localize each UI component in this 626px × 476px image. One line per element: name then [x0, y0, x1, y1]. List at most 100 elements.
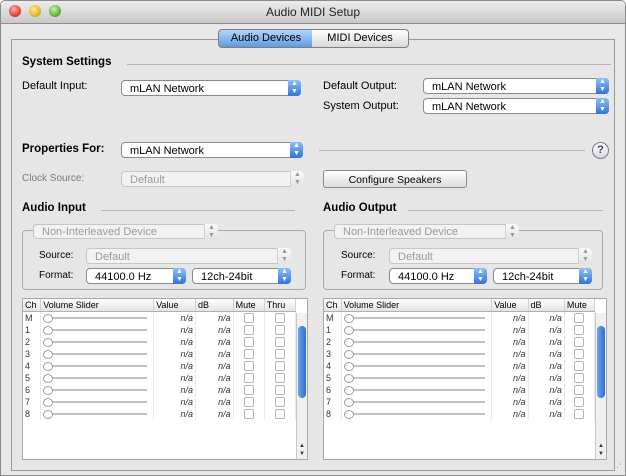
volume-slider[interactable]: [343, 408, 490, 420]
slider-knob[interactable]: [343, 338, 354, 347]
mute-checkbox[interactable]: [574, 349, 585, 360]
column-header[interactable]: Mute: [233, 299, 265, 312]
column-header[interactable]: Thru: [264, 299, 297, 312]
mute-checkbox[interactable]: [243, 349, 254, 360]
slider-knob[interactable]: [343, 398, 354, 407]
mute-checkbox[interactable]: [574, 409, 585, 420]
slider-knob[interactable]: [43, 350, 54, 359]
volume-slider[interactable]: [343, 348, 490, 360]
slider-knob[interactable]: [343, 374, 354, 383]
column-header[interactable]: Value: [491, 299, 529, 312]
slider-knob[interactable]: [343, 410, 354, 419]
clock-source-popup[interactable]: Default ▲ ▼: [121, 171, 304, 187]
slider-knob[interactable]: [43, 362, 54, 371]
slider-knob[interactable]: [43, 326, 54, 335]
thru-checkbox[interactable]: [274, 385, 285, 396]
volume-slider[interactable]: [343, 372, 490, 384]
mute-checkbox[interactable]: [243, 385, 254, 396]
column-header[interactable]: Ch: [23, 299, 42, 312]
column-header[interactable]: Value: [153, 299, 197, 312]
volume-slider[interactable]: [43, 408, 151, 420]
audio-output-source-popup[interactable]: Default ▲ ▼: [389, 248, 592, 264]
column-header[interactable]: dB: [528, 299, 565, 312]
mute-checkbox[interactable]: [243, 373, 254, 384]
properties-for-popup[interactable]: mLAN Network ▲ ▼: [121, 142, 303, 158]
volume-slider[interactable]: [343, 312, 490, 324]
tab-audio-devices[interactable]: Audio Devices: [218, 29, 314, 48]
slider-knob[interactable]: [43, 386, 54, 395]
scroll-thumb[interactable]: [298, 326, 306, 398]
scroll-thumb[interactable]: [597, 326, 605, 398]
configure-speakers-button[interactable]: Configure Speakers: [323, 170, 467, 188]
volume-slider[interactable]: [343, 384, 490, 396]
column-header[interactable]: Volume Slider: [341, 299, 493, 312]
volume-slider[interactable]: [43, 336, 151, 348]
help-icon[interactable]: ?: [592, 142, 609, 159]
scroll-up-arrow-icon[interactable]: ▲: [297, 443, 307, 449]
mute-checkbox[interactable]: [243, 337, 254, 348]
volume-slider[interactable]: [343, 324, 490, 336]
mute-checkbox[interactable]: [574, 397, 585, 408]
slider-knob[interactable]: [43, 338, 54, 347]
column-header[interactable]: Ch: [324, 299, 342, 312]
scroll-up-arrow-icon[interactable]: ▲: [596, 443, 606, 449]
audio-input-scrollbar[interactable]: ▲ ▼: [296, 313, 307, 459]
column-header[interactable]: Volume Slider: [40, 299, 155, 312]
volume-slider[interactable]: [43, 312, 151, 324]
scroll-down-arrow-icon[interactable]: ▼: [596, 451, 606, 457]
slider-knob[interactable]: [43, 374, 54, 383]
volume-slider[interactable]: [43, 384, 151, 396]
mute-checkbox[interactable]: [574, 373, 585, 384]
title-bar[interactable]: Audio MIDI Setup: [1, 1, 625, 24]
volume-slider[interactable]: [43, 396, 151, 408]
resize-grip-icon[interactable]: ⋰: [613, 462, 622, 473]
audio-output-bits-popup[interactable]: 12ch-24bit ▲ ▼: [493, 268, 592, 284]
slider-knob[interactable]: [343, 314, 354, 323]
slider-knob[interactable]: [343, 362, 354, 371]
mute-checkbox[interactable]: [243, 325, 254, 336]
thru-checkbox[interactable]: [274, 313, 285, 324]
volume-slider[interactable]: [43, 372, 151, 384]
slider-knob[interactable]: [43, 314, 54, 323]
mute-checkbox[interactable]: [243, 397, 254, 408]
thru-checkbox[interactable]: [274, 349, 285, 360]
mute-checkbox[interactable]: [574, 313, 585, 324]
volume-slider[interactable]: [343, 336, 490, 348]
thru-checkbox[interactable]: [274, 337, 285, 348]
audio-output-scrollbar[interactable]: ▲ ▼: [595, 313, 606, 459]
audio-input-rate-popup[interactable]: 44100.0 Hz ▲ ▼: [86, 268, 186, 284]
mute-checkbox[interactable]: [243, 313, 254, 324]
system-output-popup[interactable]: mLAN Network ▲ ▼: [423, 98, 609, 114]
audio-input-device-mode-popup[interactable]: Non-Interleaved Device ▲ ▼: [33, 224, 218, 239]
default-input-popup[interactable]: mLAN Network ▲ ▼: [121, 80, 301, 96]
thru-checkbox[interactable]: [274, 409, 285, 420]
audio-input-bits-popup[interactable]: 12ch-24bit ▲ ▼: [192, 268, 291, 284]
mute-checkbox[interactable]: [574, 385, 585, 396]
slider-knob[interactable]: [343, 386, 354, 395]
default-output-popup[interactable]: mLAN Network ▲ ▼: [423, 78, 609, 94]
audio-output-device-mode-popup[interactable]: Non-Interleaved Device ▲ ▼: [334, 224, 519, 239]
column-header[interactable]: Mute: [564, 299, 596, 312]
slider-knob[interactable]: [43, 398, 54, 407]
slider-knob[interactable]: [343, 326, 354, 335]
volume-slider[interactable]: [343, 360, 490, 372]
volume-slider[interactable]: [43, 360, 151, 372]
slider-knob[interactable]: [43, 410, 54, 419]
tab-midi-devices[interactable]: MIDI Devices: [312, 29, 409, 48]
thru-checkbox[interactable]: [274, 325, 285, 336]
mute-checkbox[interactable]: [574, 361, 585, 372]
volume-slider[interactable]: [43, 348, 151, 360]
thru-checkbox[interactable]: [274, 361, 285, 372]
column-header[interactable]: dB: [195, 299, 234, 312]
audio-output-rate-popup[interactable]: 44100.0 Hz ▲ ▼: [389, 268, 487, 284]
scroll-down-arrow-icon[interactable]: ▼: [297, 451, 307, 457]
mute-checkbox[interactable]: [243, 409, 254, 420]
mute-checkbox[interactable]: [243, 361, 254, 372]
mute-checkbox[interactable]: [574, 337, 585, 348]
mute-checkbox[interactable]: [574, 325, 585, 336]
thru-checkbox[interactable]: [274, 373, 285, 384]
volume-slider[interactable]: [343, 396, 490, 408]
audio-input-source-popup[interactable]: Default ▲ ▼: [86, 248, 291, 264]
slider-knob[interactable]: [343, 350, 354, 359]
volume-slider[interactable]: [43, 324, 151, 336]
